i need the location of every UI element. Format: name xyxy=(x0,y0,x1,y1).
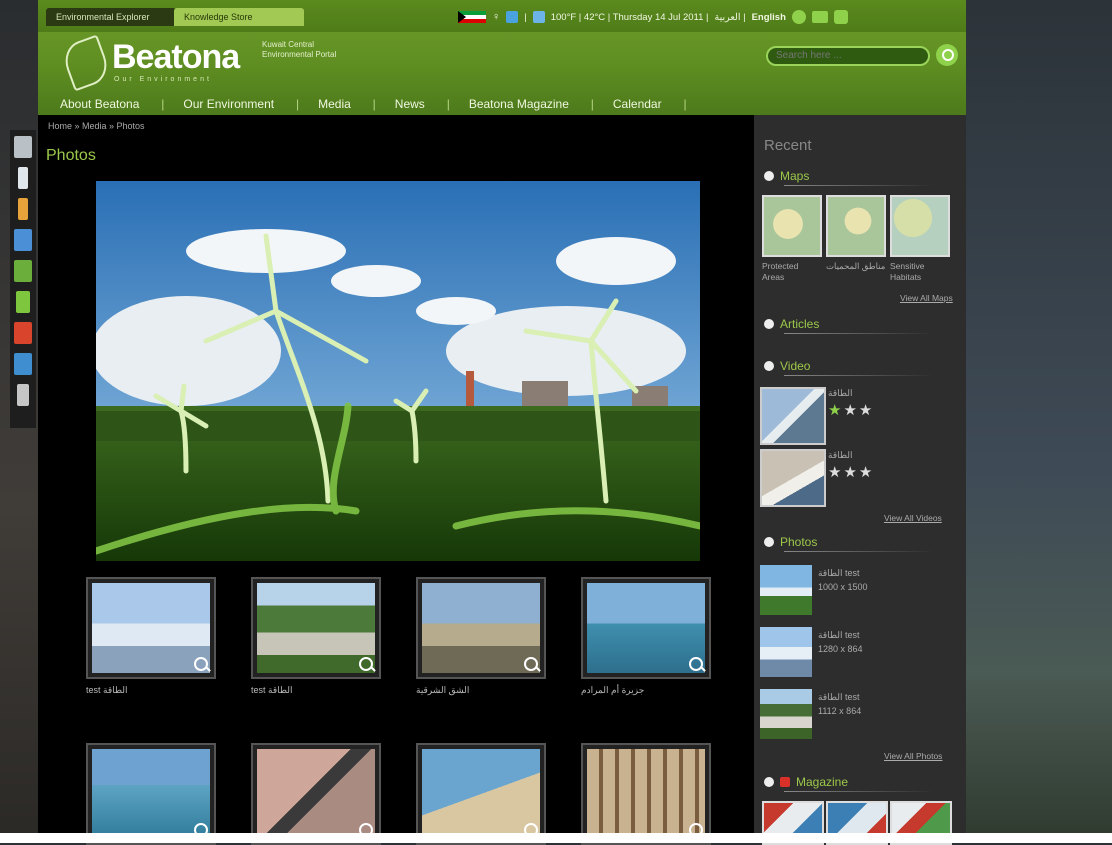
featured-photo[interactable] xyxy=(96,181,700,561)
photo-size: 1280 x 864 xyxy=(818,644,863,654)
home-icon[interactable] xyxy=(833,10,848,24)
zoom-icon[interactable] xyxy=(689,657,703,671)
language-english-link[interactable]: English xyxy=(752,12,786,23)
water-icon[interactable] xyxy=(14,229,32,251)
bullet-icon xyxy=(764,319,774,329)
photo-title[interactable]: الطاقة test xyxy=(818,629,860,641)
video-title[interactable]: الطاقة xyxy=(828,387,853,399)
bullet-icon xyxy=(764,361,774,371)
magazine-section-title[interactable]: Magazine xyxy=(764,775,934,792)
search-input[interactable] xyxy=(766,46,930,66)
pin-icon[interactable]: ♀ xyxy=(492,11,500,23)
articles-section-title[interactable]: Articles xyxy=(764,317,934,334)
site-header: Environmental Explorer Knowledge Store ♀… xyxy=(38,0,966,115)
nav-magazine[interactable]: Beatona Magazine xyxy=(447,97,594,111)
photo-thumb[interactable] xyxy=(760,627,812,677)
bin-icon[interactable] xyxy=(17,384,29,406)
tower-icon[interactable] xyxy=(18,198,28,220)
recent-sidebar: Recent Maps Protected Areas مناطق المحمي… xyxy=(754,115,966,845)
view-all-videos-link[interactable]: View All Videos xyxy=(884,513,942,523)
wind-turbine-photo xyxy=(96,181,700,561)
print-icon[interactable] xyxy=(791,10,806,24)
nav-news[interactable]: News xyxy=(373,97,450,111)
photo-caption[interactable]: test الطاقة xyxy=(251,685,293,696)
page-bottom-edge xyxy=(0,833,1112,843)
page-title: Photos xyxy=(46,147,96,164)
photo-thumb[interactable] xyxy=(251,743,381,845)
tab-knowledge-store[interactable]: Knowledge Store xyxy=(174,8,304,26)
photo-caption[interactable]: الشق الشرقية xyxy=(416,685,469,696)
twitter-icon[interactable] xyxy=(506,11,519,23)
photo-thumb[interactable] xyxy=(581,577,711,679)
page-right-background xyxy=(966,0,1112,843)
recent-heading: Recent xyxy=(764,137,812,154)
photo-title[interactable]: الطاقة test xyxy=(818,691,860,703)
photo-size: 1000 x 1500 xyxy=(818,582,868,592)
brand-name: Beatona xyxy=(112,38,240,76)
photo-thumb[interactable] xyxy=(86,743,216,845)
photo-caption[interactable]: جزيرة أم المرادم xyxy=(581,685,644,696)
top-info-bar: ♀ | 100°F | 42°C | Thursday 14 Jul 2011 … xyxy=(458,9,848,25)
nav-about[interactable]: About Beatona xyxy=(38,97,165,111)
photo-thumb[interactable] xyxy=(251,577,381,679)
sea-icon[interactable] xyxy=(14,353,32,375)
bullet-icon xyxy=(764,171,774,181)
map-caption[interactable]: Protected Areas xyxy=(762,261,822,283)
map-caption[interactable]: مناطق المحميات xyxy=(826,261,886,272)
nav-calendar[interactable]: Calendar xyxy=(591,97,686,111)
view-all-photos-link[interactable]: View All Photos xyxy=(884,751,942,761)
brand-tagline: Kuwait Central Environmental Portal xyxy=(262,40,337,59)
magazine-icon xyxy=(780,777,790,787)
photo-thumb[interactable] xyxy=(86,577,216,679)
photo-thumb[interactable] xyxy=(760,565,812,615)
video-thumb[interactable] xyxy=(760,449,826,507)
photo-thumb[interactable] xyxy=(581,743,711,845)
video-thumb[interactable] xyxy=(760,387,826,445)
rocket-icon[interactable] xyxy=(18,167,28,189)
photo-thumb[interactable] xyxy=(416,743,546,845)
leaf-logo-icon xyxy=(59,34,113,92)
rating-stars[interactable]: ★★★ xyxy=(828,463,874,481)
main-content: Home » Media » Photos Photos test الطاقة… xyxy=(38,115,754,845)
breadcrumb[interactable]: Home » Media » Photos xyxy=(48,121,145,131)
zoom-icon[interactable] xyxy=(194,657,208,671)
fuel-icon[interactable] xyxy=(16,291,30,313)
building-icon[interactable] xyxy=(14,136,32,158)
map-thumb[interactable] xyxy=(762,195,822,257)
zoom-icon[interactable] xyxy=(359,657,373,671)
photo-caption[interactable]: test الطاقة xyxy=(86,685,128,696)
weather-icon xyxy=(532,11,545,23)
photo-thumb[interactable] xyxy=(416,577,546,679)
tab-environmental-explorer[interactable]: Environmental Explorer xyxy=(46,8,176,26)
video-title[interactable]: الطاقة xyxy=(828,449,853,461)
photo-thumb[interactable] xyxy=(760,689,812,739)
view-all-maps-link[interactable]: View All Maps xyxy=(900,293,953,303)
video-section-title[interactable]: Video xyxy=(764,359,934,376)
email-icon[interactable] xyxy=(811,11,828,23)
bullet-icon xyxy=(764,537,774,547)
soil-icon[interactable] xyxy=(14,260,32,282)
nav-media[interactable]: Media xyxy=(296,97,375,111)
top-bar: Environmental Explorer Knowledge Store ♀… xyxy=(38,0,966,32)
maps-section-title[interactable]: Maps xyxy=(764,169,934,186)
photo-size: 1112 x 864 xyxy=(818,706,862,716)
nav-environment[interactable]: Our Environment xyxy=(161,97,298,111)
brand-subtitle: Our Environment xyxy=(114,76,212,83)
left-toolbar xyxy=(10,130,36,428)
main-nav: About Beatona Our Environment Media News… xyxy=(38,92,966,115)
factory-icon[interactable] xyxy=(14,322,32,344)
language-arabic-link[interactable]: العربية | xyxy=(715,12,746,23)
bullet-icon xyxy=(764,777,774,787)
zoom-icon[interactable] xyxy=(524,657,538,671)
photo-title[interactable]: الطاقة test xyxy=(818,567,860,579)
search-button[interactable] xyxy=(936,44,958,66)
site-logo[interactable]: Beatona Our Environment Kuwait Central E… xyxy=(59,34,336,92)
map-thumb[interactable] xyxy=(826,195,886,257)
photos-section-title[interactable]: Photos xyxy=(764,535,934,552)
kuwait-flag-icon xyxy=(458,11,486,23)
map-thumb[interactable] xyxy=(890,195,950,257)
map-caption[interactable]: Sensitive Habitats xyxy=(890,261,950,283)
weather-date-text: 100°F | 42°C | Thursday 14 Jul 2011 | xyxy=(550,11,709,23)
rating-stars[interactable]: ★★★ xyxy=(828,401,874,419)
